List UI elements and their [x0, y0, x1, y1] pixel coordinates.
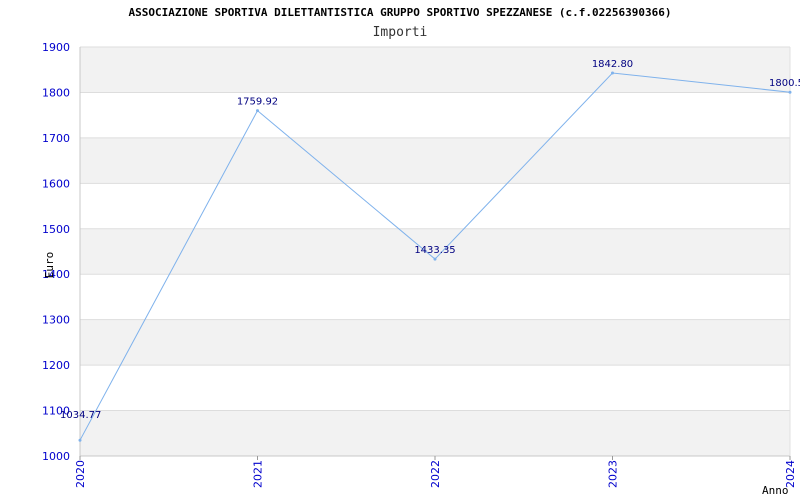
data-point	[256, 109, 259, 113]
data-label: 1433.35	[414, 245, 455, 256]
data-point	[611, 71, 614, 75]
x-tick-label: 2022	[429, 460, 442, 488]
data-label: 1842.80	[592, 59, 633, 70]
y-axis-label: Euro	[43, 252, 56, 279]
x-tick-label: 2021	[252, 460, 265, 488]
y-tick-label: 1200	[42, 359, 70, 372]
y-tick-label: 1900	[42, 41, 70, 54]
data-point	[788, 90, 792, 94]
grid-band	[80, 47, 790, 93]
x-tick-label: 2023	[607, 460, 620, 488]
y-tick-label: 1800	[42, 86, 70, 99]
grid-band	[80, 319, 790, 366]
y-tick-label: 1300	[42, 314, 70, 327]
y-tick-label: 1600	[42, 177, 70, 190]
x-tick-label: 2020	[74, 460, 87, 488]
y-tick-label: 1700	[42, 132, 70, 145]
grid-band	[80, 137, 790, 184]
x-axis-label: Anno	[762, 484, 789, 497]
y-tick-label: 1000	[42, 450, 70, 463]
data-label: 1034.77	[60, 410, 101, 421]
data-point	[78, 438, 82, 442]
data-label: 1759.92	[237, 97, 278, 108]
grid-band	[80, 410, 790, 456]
data-point	[433, 257, 437, 261]
y-tick-label: 1500	[42, 223, 70, 236]
data-label: 1800.5	[769, 78, 800, 89]
chart: ASSOCIAZIONE SPORTIVA DILETTANTISTICA GR…	[0, 0, 800, 500]
plot-area: 1000110012001300140015001600170018001900…	[42, 41, 800, 497]
